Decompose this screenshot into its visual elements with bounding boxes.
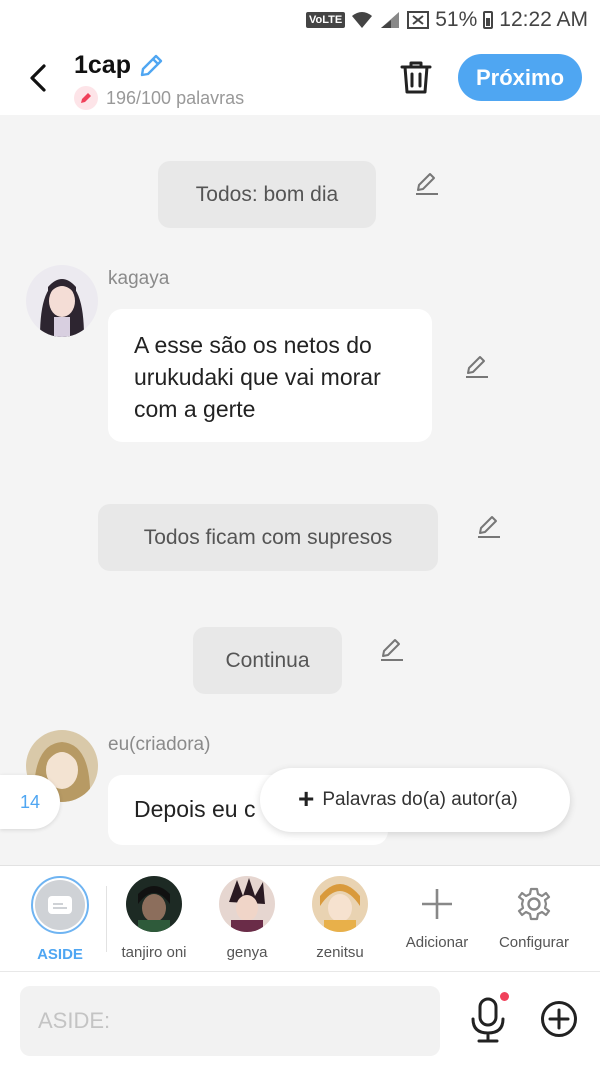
character-aside[interactable]: ASIDE — [12, 876, 108, 963]
narration-bubble[interactable]: Continua — [193, 627, 342, 694]
character-label: zenitsu — [316, 944, 364, 961]
configure-button[interactable]: Configurar — [486, 876, 582, 951]
plus-icon — [409, 876, 465, 932]
author-words-label: Palavras do(a) autor(a) — [322, 789, 518, 810]
narration-bubble[interactable]: Todos ficam com supresos — [98, 504, 438, 571]
wifi-icon — [352, 12, 373, 28]
no-signal-icon — [407, 11, 430, 29]
battery-icon — [483, 11, 494, 29]
story-chat-area: Todos: bom dia kagaya A esse são os neto… — [0, 115, 600, 865]
chapter-title: 1cap — [74, 51, 131, 79]
character-tanjiro-oni[interactable]: tanjiro oni — [106, 876, 202, 961]
clock: 12:22 AM — [499, 8, 588, 31]
character-zenitsu[interactable]: zenitsu — [292, 876, 388, 961]
avatar — [126, 876, 182, 932]
speaker-name: eu(criadora) — [108, 734, 211, 755]
pencil-badge-icon — [74, 86, 98, 110]
avatar-kagaya[interactable] — [26, 265, 98, 337]
character-label: ASIDE — [37, 946, 83, 963]
character-label: Configurar — [498, 934, 570, 951]
character-bar: ASIDE tanjiro oni genya zenitsu Adiciona… — [0, 865, 600, 971]
gear-icon — [506, 876, 562, 932]
chevron-left-icon — [30, 64, 46, 92]
editor-header: 1cap 196/100 palavras Próximo — [0, 40, 600, 115]
microphone-icon[interactable] — [468, 996, 508, 1044]
back-button[interactable] — [20, 60, 56, 96]
input-bar — [0, 971, 600, 1067]
chapter-title-group[interactable]: 1cap — [74, 51, 165, 80]
plus-icon: + — [298, 782, 315, 814]
avatar — [219, 876, 275, 932]
aside-selected-ring — [31, 876, 89, 934]
add-circle-icon[interactable] — [540, 1000, 578, 1038]
speaker-name: kagaya — [108, 268, 170, 289]
battery-percent: 51% — [435, 8, 478, 31]
edit-pencil-icon[interactable] — [412, 170, 440, 198]
character-label: tanjiro oni — [121, 944, 187, 961]
word-count-text: 196/100 palavras — [106, 87, 245, 108]
message-input[interactable] — [20, 986, 440, 1056]
edit-pencil-icon[interactable] — [377, 636, 405, 664]
character-label: Adicionar — [405, 934, 469, 951]
character-genya[interactable]: genya — [199, 876, 295, 961]
next-button[interactable]: Próximo — [458, 54, 582, 101]
word-count: 196/100 palavras — [74, 86, 244, 110]
trash-icon[interactable] — [398, 58, 434, 96]
avatar — [312, 876, 368, 932]
add-character-button[interactable]: Adicionar — [389, 876, 485, 951]
message-count-badge[interactable]: 14 — [0, 775, 60, 829]
edit-title-icon[interactable] — [137, 52, 165, 80]
recording-indicator — [500, 992, 509, 1001]
aside-icon — [35, 880, 85, 930]
status-bar: VoLTE 51% 12:22 AM — [0, 0, 600, 40]
signal-icon — [381, 12, 400, 28]
volte-indicator: VoLTE — [306, 12, 346, 28]
narration-bubble[interactable]: Todos: bom dia — [158, 161, 376, 228]
edit-pencil-icon[interactable] — [462, 353, 490, 381]
author-words-button[interactable]: + Palavras do(a) autor(a) — [260, 768, 570, 832]
edit-pencil-icon[interactable] — [474, 513, 502, 541]
dialogue-bubble[interactable]: A esse são os netos do urukudaki que vai… — [108, 309, 432, 442]
character-label: genya — [226, 944, 268, 961]
